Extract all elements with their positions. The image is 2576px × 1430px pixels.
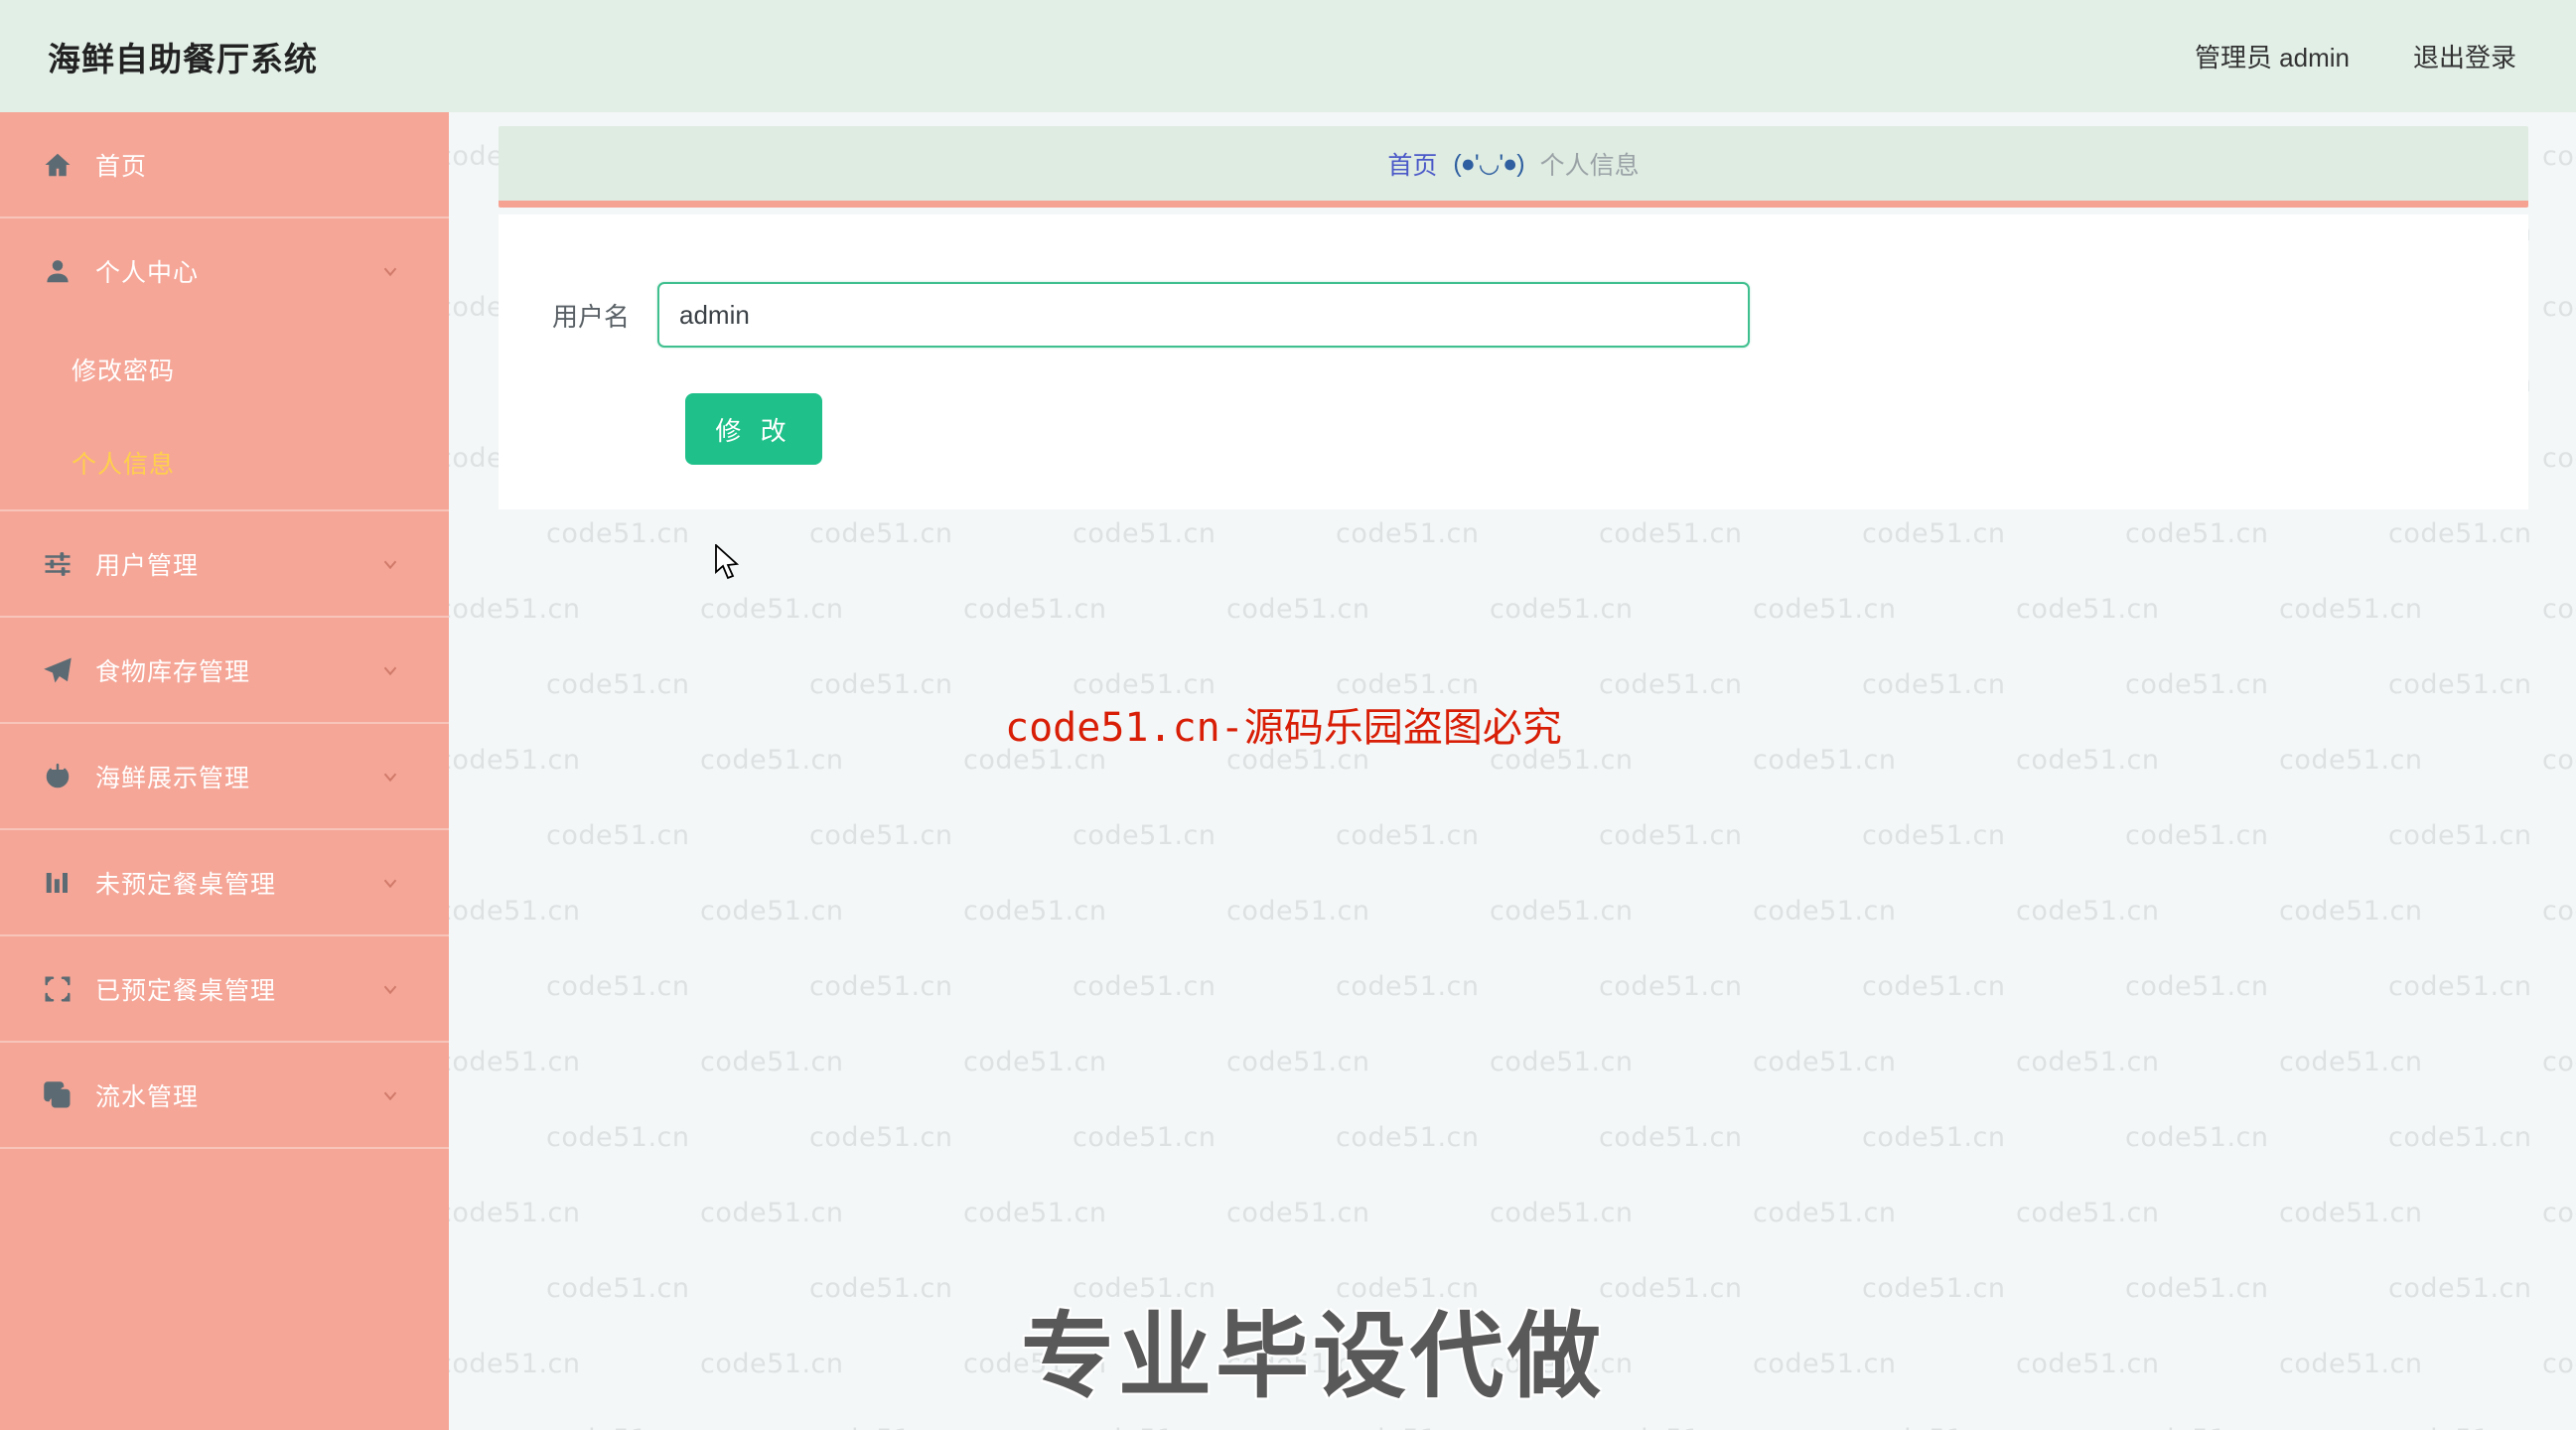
- modify-button[interactable]: 修 改: [685, 393, 822, 465]
- breadcrumb-separator-kaomoji: (●'◡'●): [1453, 149, 1524, 178]
- profile-form-card: 用户名 修 改: [499, 214, 2528, 509]
- chevron-down-icon[interactable]: [379, 659, 401, 681]
- user-icon: [38, 251, 77, 291]
- promo-big-text: 专业毕设代做: [1021, 1304, 1606, 1408]
- current-user-label[interactable]: 管理员 admin: [2195, 38, 2350, 74]
- sidebar-subitem-1-0[interactable]: 修改密码: [0, 323, 449, 416]
- power-icon: [38, 757, 77, 796]
- username-form-row: 用户名: [499, 282, 1750, 348]
- sidebar-group: 个人中心修改密码个人信息: [0, 218, 449, 511]
- copy-icon: [38, 1075, 77, 1115]
- chart-bar-icon: [38, 863, 77, 903]
- sidebar-item-1[interactable]: 个人中心: [0, 218, 449, 323]
- home-icon: [38, 145, 77, 185]
- sidebar-item-label: 食物库存管理: [95, 657, 251, 686]
- sidebar-subitem-1-1[interactable]: 个人信息: [0, 416, 449, 509]
- sidebar-item-4[interactable]: 海鲜展示管理: [0, 724, 449, 828]
- submit-row: 修 改: [685, 393, 822, 465]
- app-header: 海鲜自助餐厅系统 管理员 admin 退出登录: [0, 0, 2576, 112]
- main-content: 首页 (●'◡'●) 个人信息 用户名 修 改: [449, 112, 2576, 1430]
- sidebar-item-5[interactable]: 未预定餐桌管理: [0, 830, 449, 934]
- sidebar-nav[interactable]: 首页个人中心修改密码个人信息用户管理食物库存管理 海鲜展示管理 未预定餐桌管理 已预定…: [0, 112, 449, 1430]
- logout-button[interactable]: 退出登录: [2413, 38, 2516, 74]
- sidebar-subitem-label: 个人信息: [72, 451, 176, 479]
- sidebar-item-6[interactable]: 已预定餐桌管理: [0, 936, 449, 1041]
- breadcrumb-home-link[interactable]: 首页: [1387, 146, 1437, 182]
- sidebar-group: 首页: [0, 112, 449, 218]
- sidebar-item-label: 已预定餐桌管理: [95, 976, 277, 1005]
- sidebar-item-3[interactable]: 食物库存管理: [0, 618, 449, 722]
- chevron-down-icon[interactable]: [379, 766, 401, 787]
- mouse-cursor: [715, 542, 741, 587]
- sidebar-group: 用户管理: [0, 511, 449, 618]
- sidebar-group: 未预定餐桌管理: [0, 830, 449, 936]
- chevron-down-icon[interactable]: [379, 553, 401, 575]
- breadcrumb: 首页 (●'◡'●) 个人信息: [499, 126, 2528, 208]
- crop-frame-icon: [38, 969, 77, 1009]
- sidebar-subitem-label: 修改密码: [72, 358, 176, 385]
- paper-plane-icon: [38, 650, 77, 690]
- header-actions: 管理员 admin 退出登录: [2195, 38, 2516, 74]
- sidebar-group: 已预定餐桌管理: [0, 936, 449, 1043]
- breadcrumb-current-page: 个人信息: [1539, 151, 1640, 180]
- username-label: 用户名: [551, 301, 630, 332]
- sliders-icon: [38, 544, 77, 584]
- sidebar-item-label: 个人中心: [95, 258, 200, 287]
- sidebar-item-label: 未预定餐桌管理: [95, 870, 277, 899]
- chevron-down-icon[interactable]: [379, 1084, 401, 1106]
- username-input[interactable]: [657, 282, 1750, 348]
- sidebar-group: 流水管理: [0, 1043, 449, 1149]
- sidebar-item-label: 流水管理: [95, 1082, 200, 1111]
- sidebar-item-label: 用户管理: [95, 551, 200, 580]
- copyright-notice: code51.cn-源码乐园盗图必究: [1005, 705, 1562, 751]
- sidebar-item-2[interactable]: 用户管理: [0, 511, 449, 616]
- chevron-down-icon[interactable]: [379, 872, 401, 894]
- sidebar-item-label: 首页: [95, 152, 148, 181]
- app-title: 海鲜自助餐厅系统: [48, 40, 318, 77]
- sidebar-item-label: 海鲜展示管理: [95, 764, 251, 792]
- chevron-down-icon[interactable]: [379, 260, 401, 282]
- sidebar-item-7[interactable]: 流水管理: [0, 1043, 449, 1147]
- sidebar-group: 海鲜展示管理: [0, 724, 449, 830]
- chevron-down-icon[interactable]: [379, 978, 401, 1000]
- sidebar-group: 食物库存管理: [0, 618, 449, 724]
- sidebar-item-0[interactable]: 首页: [0, 112, 449, 216]
